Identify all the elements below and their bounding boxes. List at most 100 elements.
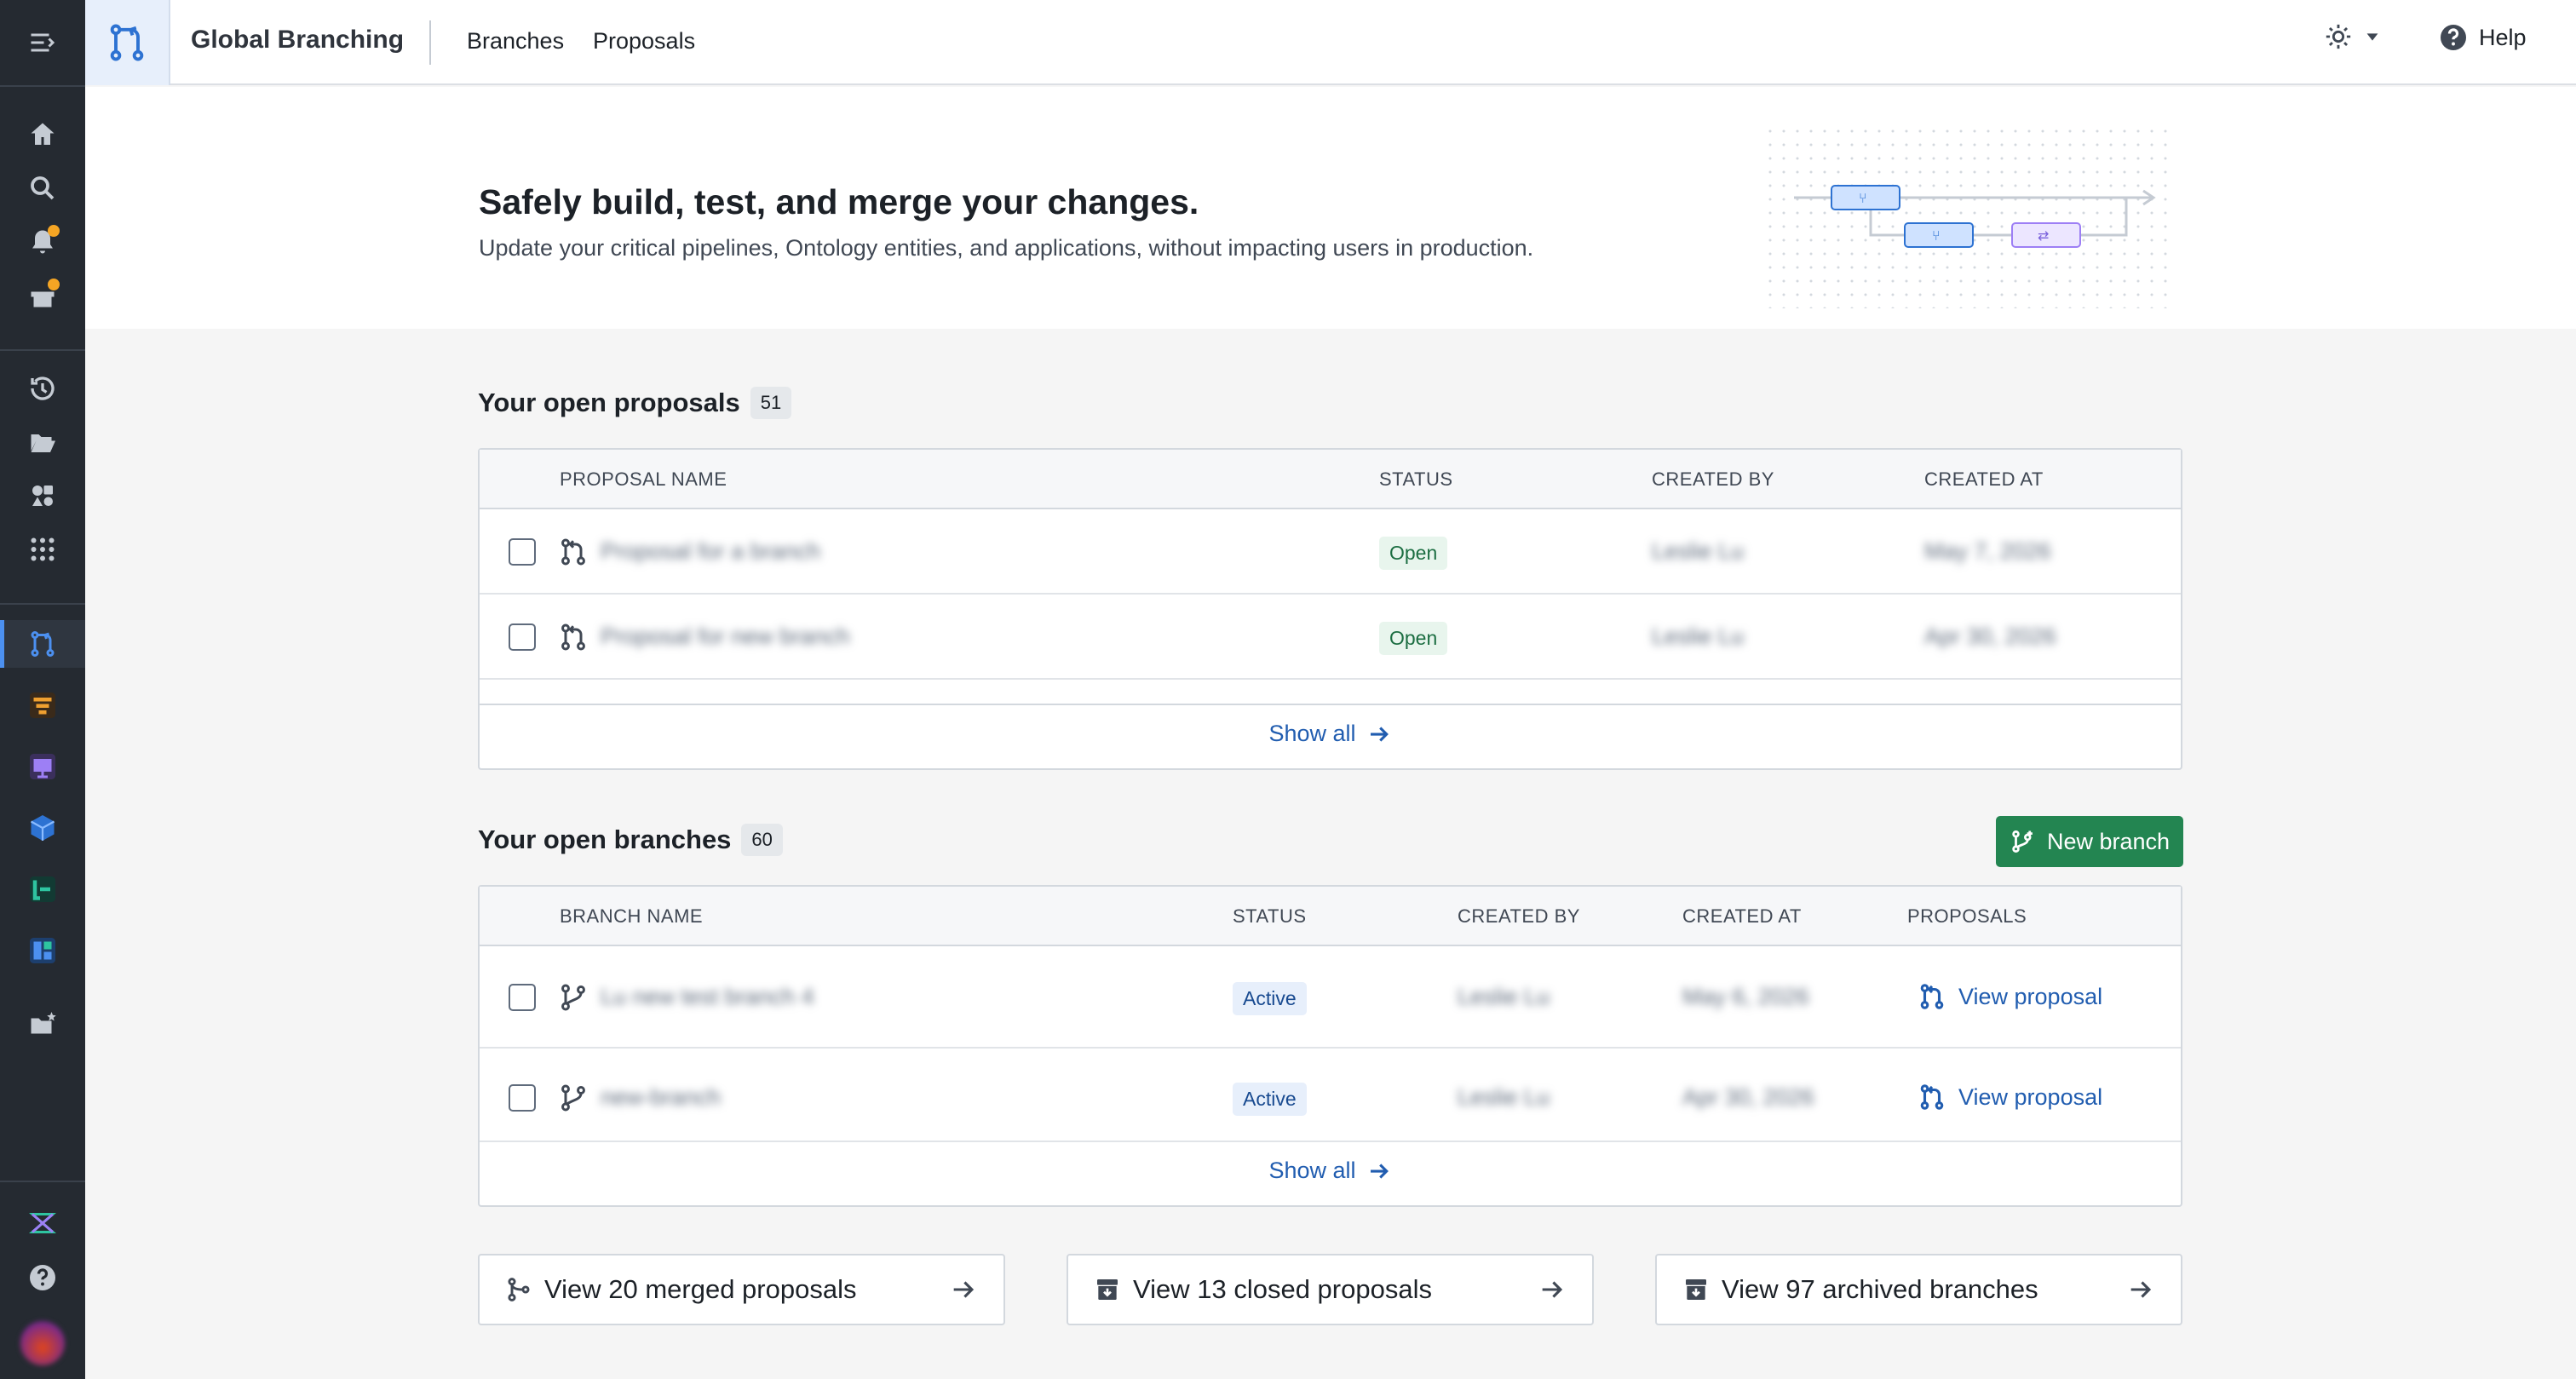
- link-label: View 97 archived branches: [1722, 1274, 2038, 1304]
- show-all-label: Show all: [1268, 1158, 1356, 1183]
- theme-toggle[interactable]: [2324, 22, 2382, 51]
- proposal-name[interactable]: Proposal for new branch: [601, 623, 850, 650]
- status-tag: Open: [1379, 622, 1448, 655]
- ontology-app-icon[interactable]: [14, 804, 72, 852]
- table-row[interactable]: Lu new test branch 4 Active Leslie Lu Ma…: [480, 946, 2181, 1049]
- nav-proposals[interactable]: Proposals: [593, 28, 695, 55]
- table-scroll-edge: [480, 680, 2181, 705]
- row-checkbox[interactable]: [509, 984, 536, 1011]
- table-row[interactable]: Proposal for new branch Open Leslie Lu A…: [480, 595, 2181, 680]
- status-tag: Open: [1379, 537, 1448, 570]
- row-checkbox[interactable]: [509, 538, 536, 566]
- column-header[interactable]: BRANCH NAME: [560, 905, 703, 928]
- column-header[interactable]: CREATED AT: [1682, 905, 1802, 928]
- view-proposal-link[interactable]: View proposal: [1918, 982, 2102, 1011]
- dashboard-app-icon[interactable]: [14, 927, 72, 974]
- show-all-proposals-link[interactable]: Show all: [480, 721, 2181, 747]
- archive-box-icon: [1097, 1279, 1118, 1300]
- column-header[interactable]: STATUS: [1379, 468, 1453, 491]
- created-at: Apr 30, 2026: [1924, 623, 2056, 649]
- global-branching-app-icon[interactable]: [0, 620, 85, 668]
- created-by: Leslie Lu: [1652, 538, 1745, 564]
- svg-text:⑂: ⑂: [1932, 227, 1941, 244]
- link-label: View 20 merged proposals: [544, 1274, 857, 1304]
- column-header[interactable]: CREATED BY: [1652, 468, 1774, 491]
- proposals-table: PROPOSAL NAME STATUS CREATED BY CREATED …: [478, 448, 2182, 770]
- branch-icon: [561, 1084, 585, 1112]
- arrow-right-icon: [953, 1281, 975, 1298]
- starred-folder-icon[interactable]: [14, 1001, 72, 1049]
- hero-subtitle: Update your critical pipelines, Ontology…: [479, 235, 1534, 261]
- caret-down-icon: [2366, 33, 2378, 41]
- help-label: Help: [2479, 24, 2527, 50]
- new-branch-label: New branch: [2046, 828, 2171, 854]
- status-tag: Active: [1233, 1083, 1307, 1116]
- sun-icon: [2326, 24, 2351, 49]
- count-badge: 60: [741, 824, 783, 856]
- view-proposal-label: View proposal: [1958, 983, 2103, 1009]
- top-bar: Global Branching Branches Proposals Help: [85, 0, 2576, 85]
- nav-branches[interactable]: Branches: [467, 28, 564, 55]
- palantir-logo-icon[interactable]: [14, 1199, 72, 1247]
- hero-title: Safely build, test, and merge your chang…: [479, 182, 1199, 221]
- branch-name[interactable]: Lu new test branch 4: [601, 984, 814, 1010]
- workshop-app-icon[interactable]: [14, 743, 72, 790]
- objects-icon[interactable]: [14, 472, 72, 520]
- gift-icon[interactable]: [14, 272, 72, 319]
- user-avatar[interactable]: [20, 1321, 65, 1365]
- help-icon: [2441, 25, 2466, 50]
- column-header[interactable]: CREATED BY: [1458, 905, 1580, 928]
- show-all-branches-link[interactable]: Show all: [480, 1158, 2181, 1184]
- status-tag: Active: [1233, 982, 1307, 1015]
- folder-open-icon[interactable]: [14, 418, 72, 466]
- column-header[interactable]: CREATED AT: [1924, 468, 2044, 491]
- column-header[interactable]: STATUS: [1233, 905, 1307, 928]
- search-icon[interactable]: [14, 164, 72, 212]
- expand-menu-icon[interactable]: [14, 19, 72, 66]
- view-proposal-label: View proposal: [1958, 1083, 2103, 1110]
- count-badge: 51: [750, 387, 792, 419]
- help-circle-icon[interactable]: [14, 1254, 72, 1301]
- created-by: Leslie Lu: [1458, 984, 1550, 1009]
- table-row[interactable]: new-branch Active Leslie Lu Apr 30, 2026…: [480, 1049, 2181, 1142]
- archive-box-icon: [1686, 1279, 1706, 1300]
- arrow-right-icon: [1370, 1163, 1389, 1179]
- section-title: Your open branches: [478, 825, 732, 854]
- global-branching-logo-icon: [85, 0, 170, 85]
- merged-proposals-link[interactable]: View 20 merged proposals: [478, 1254, 1005, 1325]
- show-all-label: Show all: [1268, 721, 1356, 746]
- proposal-icon: [1920, 1084, 1944, 1110]
- created-at: May 6, 2026: [1682, 984, 1809, 1009]
- proposal-name[interactable]: Proposal for a branch: [601, 538, 820, 565]
- notification-dot: [48, 279, 60, 290]
- link-label: View 13 closed proposals: [1133, 1274, 1432, 1304]
- svg-text:⑂: ⑂: [1859, 190, 1867, 206]
- column-header[interactable]: PROPOSALS: [1907, 905, 2027, 928]
- row-checkbox[interactable]: [509, 623, 536, 651]
- code-repo-app-icon[interactable]: [14, 865, 72, 913]
- branch-icon: [561, 984, 585, 1011]
- hero-banner: Safely build, test, and merge your chang…: [85, 87, 2576, 329]
- app-title: Global Branching: [191, 26, 405, 54]
- created-by: Leslie Lu: [1458, 1084, 1550, 1110]
- arrow-right-icon: [1542, 1281, 1563, 1298]
- home-icon[interactable]: [14, 111, 72, 158]
- row-checkbox[interactable]: [509, 1084, 536, 1112]
- left-rail: [0, 0, 85, 1379]
- notifications-bell-icon[interactable]: [14, 218, 72, 266]
- column-header[interactable]: PROPOSAL NAME: [560, 468, 727, 491]
- apps-grid-icon[interactable]: [14, 526, 72, 573]
- new-branch-icon: [2012, 830, 2033, 853]
- table-header: BRANCH NAME STATUS CREATED BY CREATED AT…: [480, 887, 2181, 946]
- branch-name[interactable]: new-branch: [601, 1084, 721, 1111]
- history-icon[interactable]: [14, 365, 72, 412]
- table-row[interactable]: Proposal for a branch Open Leslie Lu May…: [480, 509, 2181, 595]
- help-button[interactable]: Help: [2438, 22, 2527, 53]
- archived-branches-link[interactable]: View 97 archived branches: [1655, 1254, 2182, 1325]
- branching-illustration: ⑂ ⑂ ⇄: [1768, 129, 2169, 308]
- pipeline-app-icon[interactable]: [14, 681, 72, 729]
- view-proposal-link[interactable]: View proposal: [1918, 1083, 2102, 1112]
- new-branch-button[interactable]: New branch: [1996, 816, 2183, 867]
- merge-icon: [508, 1278, 530, 1301]
- closed-proposals-link[interactable]: View 13 closed proposals: [1067, 1254, 1594, 1325]
